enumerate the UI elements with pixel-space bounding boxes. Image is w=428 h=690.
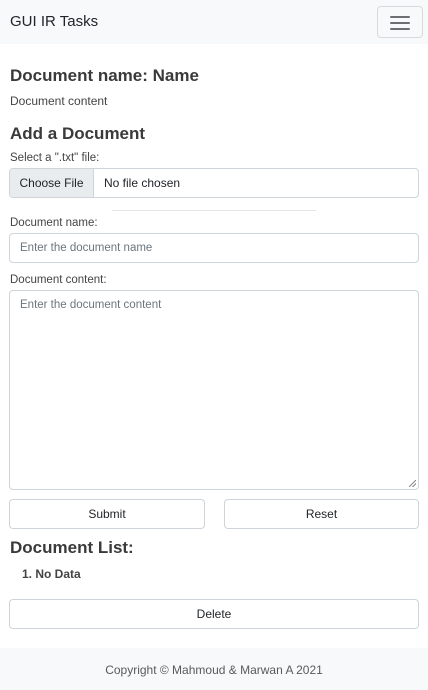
document-name-heading: Document name: Name bbox=[10, 66, 199, 85]
document-name-input[interactable]: Enter the document name bbox=[9, 233, 419, 263]
list-item: 1. No Data bbox=[22, 567, 81, 581]
file-status-text: No file chosen bbox=[104, 176, 181, 190]
resize-handle-icon[interactable] bbox=[409, 480, 416, 487]
document-list-heading: Document List: bbox=[10, 538, 134, 557]
choose-file-button[interactable]: Choose File bbox=[10, 169, 94, 197]
navbar-brand[interactable]: GUI IR Tasks bbox=[10, 13, 98, 30]
navbar-toggler-button[interactable] bbox=[377, 6, 423, 38]
file-label: Select a ".txt" file: bbox=[10, 152, 100, 164]
file-input[interactable]: Choose File No file chosen bbox=[9, 168, 419, 198]
footer: Copyright © Mahmoud & Marwan A 2021 bbox=[0, 648, 428, 690]
navbar: GUI IR Tasks bbox=[0, 0, 428, 44]
add-document-heading: Add a Document bbox=[10, 124, 146, 143]
submit-button[interactable]: Submit bbox=[9, 499, 205, 529]
document-content-text: Document content bbox=[10, 94, 108, 108]
document-name-label: Document name: bbox=[10, 217, 98, 229]
document-content-placeholder: Enter the document content bbox=[20, 299, 162, 311]
delete-button[interactable]: Delete bbox=[9, 599, 419, 629]
document-content-label: Document content: bbox=[10, 274, 107, 286]
reset-button[interactable]: Reset bbox=[224, 499, 419, 529]
document-content-textarea[interactable]: Enter the document content bbox=[9, 290, 419, 490]
document-name-placeholder: Enter the document name bbox=[20, 242, 153, 254]
divider bbox=[112, 210, 316, 211]
footer-copyright: Copyright © Mahmoud & Marwan A 2021 bbox=[105, 663, 323, 677]
